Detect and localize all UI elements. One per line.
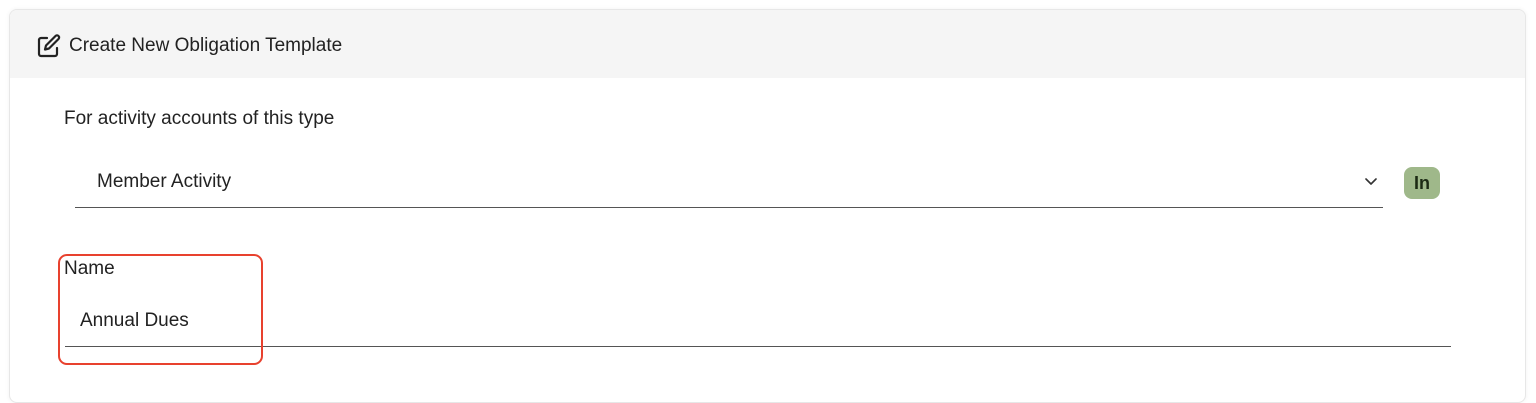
chevron-down-icon — [1365, 178, 1377, 185]
page-title: Create New Obligation Template — [69, 35, 343, 56]
type-badge[interactable]: In — [1404, 167, 1440, 199]
account-type-label: For activity accounts of this type — [64, 108, 335, 129]
account-type-select[interactable]: Member Activity — [75, 157, 1383, 208]
highlight-annotation — [58, 254, 263, 365]
edit-icon — [37, 34, 61, 58]
card-header: Create New Obligation Template — [10, 10, 1525, 78]
name-field — [65, 296, 1451, 347]
account-type-selected-value: Member Activity — [97, 171, 232, 192]
